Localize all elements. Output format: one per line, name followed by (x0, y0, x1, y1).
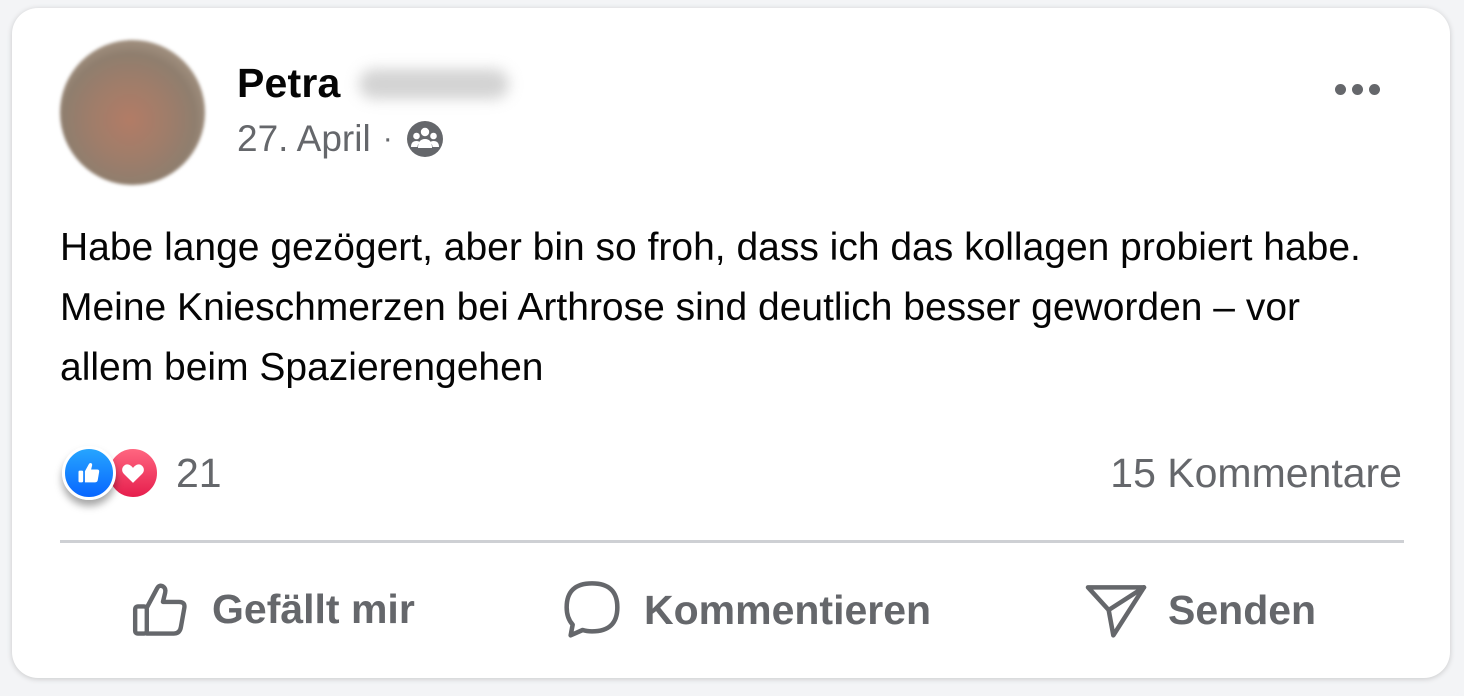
post-date[interactable]: 27. April (237, 118, 371, 160)
thumbs-up-icon (132, 583, 187, 636)
post-meta: 27. April · (237, 118, 445, 160)
send-button-label: Senden (1168, 586, 1317, 633)
divider (60, 540, 1404, 543)
comment-button-label: Kommentieren (644, 586, 932, 633)
comment-count-link[interactable]: 15 Kommentare (1110, 450, 1402, 497)
group-icon[interactable] (405, 119, 445, 159)
send-icon (1085, 585, 1147, 638)
comment-bubble-icon (564, 581, 620, 638)
meta-separator: · (382, 122, 393, 155)
reactions-summary[interactable]: 21 (62, 446, 222, 500)
post-card: Petra 27. April · Habe lange gezögert, a… (12, 8, 1450, 678)
avatar[interactable] (60, 40, 205, 185)
more-options-button[interactable] (1327, 74, 1387, 104)
like-reaction-icon (62, 446, 116, 500)
send-button[interactable]: Senden (1084, 578, 1316, 642)
post-text: Habe lange gezögert, aber bin so froh, d… (60, 226, 1361, 389)
reaction-count: 21 (176, 449, 222, 496)
like-button[interactable]: Gefällt mir (130, 578, 415, 640)
author-name[interactable]: Petra (237, 60, 341, 107)
more-horizontal-icon (1334, 83, 1346, 95)
comment-button[interactable]: Kommentieren (560, 578, 931, 642)
author-surname-redacted (358, 68, 509, 99)
author-row: Petra (237, 60, 509, 107)
like-button-label: Gefällt mir (212, 585, 415, 632)
